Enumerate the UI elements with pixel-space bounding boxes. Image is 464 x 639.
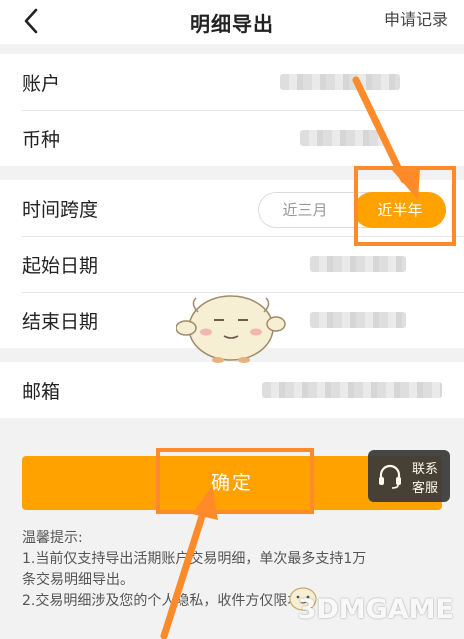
application-records-link[interactable]: 申请记录 [384,6,448,30]
account-label: 账户 [22,73,61,95]
option-three-months[interactable]: 近三月 [259,193,351,227]
email-value-blurred [262,382,442,398]
header-bar: 明细导出 申请记录 [0,0,464,44]
account-card: 账户 币种 [0,54,464,166]
email-row[interactable]: 邮箱 [0,362,464,418]
tips-line-1-cont: 条交易明细导出。 [22,572,134,588]
mascot-sticker [176,295,286,363]
contact-service-button[interactable]: 联系 客服 [368,450,450,502]
currency-row[interactable]: 币种 [0,110,464,166]
contact-label-line1: 联系 [412,462,439,477]
headset-icon [379,464,401,489]
contact-label-line2: 客服 [412,481,439,496]
end-date-value-blurred [310,312,406,328]
time-span-label: 时间跨度 [22,199,99,221]
currency-value-blurred [300,130,386,146]
tips-line-1: 1.当前仅支持导出活期账户交易明细，单次最多支持1万 [22,551,367,567]
account-row[interactable]: 账户 [0,54,464,110]
half-year-highlight-box [354,166,456,246]
watermark-text: 3DMGAME [297,594,454,625]
currency-label: 币种 [22,129,61,151]
end-date-label: 结束日期 [22,311,99,333]
confirm-highlight-box [156,448,314,514]
tips-title: 温馨提示: [22,530,83,546]
account-value-blurred [280,74,400,90]
email-card: 邮箱 [0,362,464,418]
start-date-value-blurred [310,256,406,272]
start-date-label: 起始日期 [22,255,99,277]
email-label: 邮箱 [22,381,61,403]
